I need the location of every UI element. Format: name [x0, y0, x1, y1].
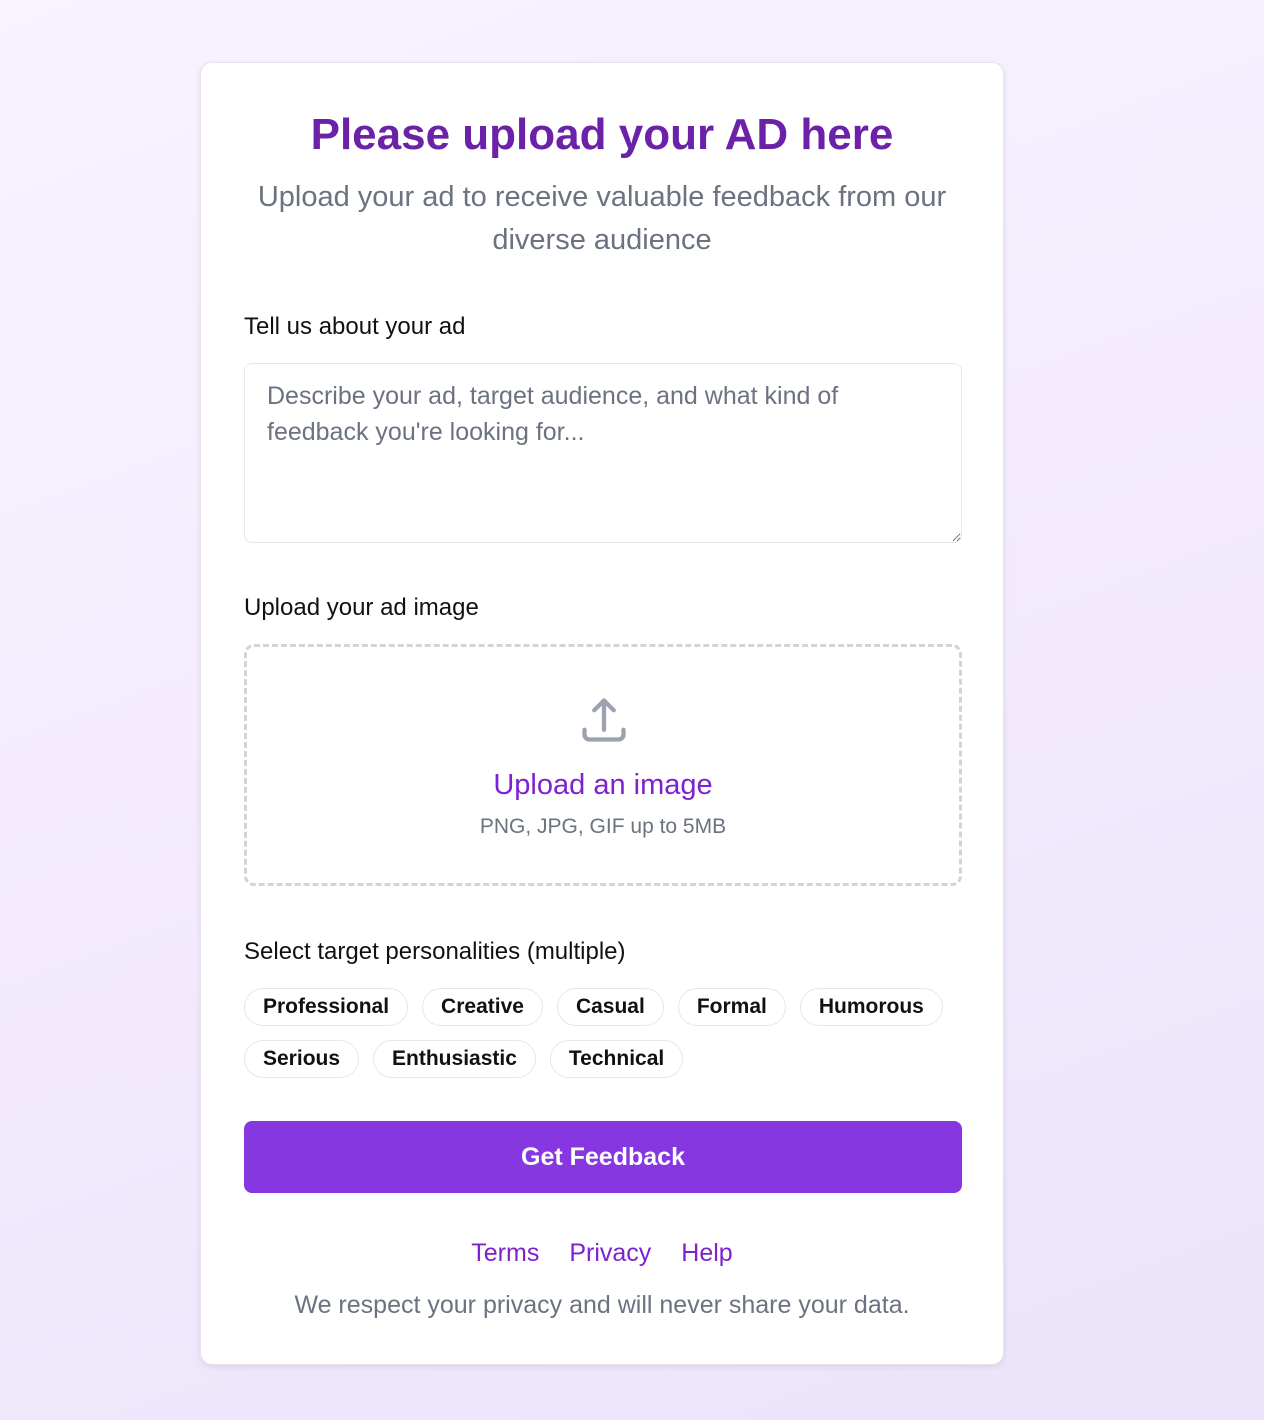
image-dropzone[interactable]: Upload an image PNG, JPG, GIF up to 5MB [244, 644, 962, 886]
footer-links: Terms Privacy Help [201, 1235, 1003, 1271]
description-label: Tell us about your ad [244, 313, 466, 340]
upload-label: Upload your ad image [244, 594, 479, 621]
chip-casual[interactable]: Casual [556, 988, 664, 1026]
chip-serious[interactable]: Serious [244, 1040, 360, 1078]
privacy-note: We respect your privacy and will never s… [294, 1291, 910, 1319]
chip-enthusiastic[interactable]: Enthusiastic [373, 1040, 536, 1078]
upload-file-hint: PNG, JPG, GIF up to 5MB [479, 815, 727, 838]
description-textarea[interactable] [244, 363, 962, 543]
chip-creative[interactable]: Creative [422, 988, 543, 1026]
personalities-label: Select target personalities (multiple) [244, 938, 626, 965]
upload-card: Please upload your AD here Upload your a… [200, 62, 1004, 1365]
upload-icon [582, 698, 626, 742]
page-title: Please upload your AD here [310, 110, 894, 159]
get-feedback-button[interactable]: Get Feedback [244, 1121, 962, 1193]
chip-formal[interactable]: Formal [677, 988, 786, 1026]
terms-link[interactable]: Terms [471, 1235, 539, 1271]
chip-humorous[interactable]: Humorous [799, 988, 943, 1026]
chip-technical[interactable]: Technical [549, 1040, 684, 1078]
privacy-link[interactable]: Privacy [569, 1235, 651, 1271]
page-subtitle: Upload your ad to receive valuable feedb… [257, 181, 947, 256]
upload-image-link[interactable]: Upload an image [247, 767, 959, 803]
chip-professional[interactable]: Professional [244, 988, 409, 1026]
personality-chip-group: Professional Creative Casual Formal Humo… [244, 988, 964, 1078]
help-link[interactable]: Help [681, 1235, 732, 1271]
